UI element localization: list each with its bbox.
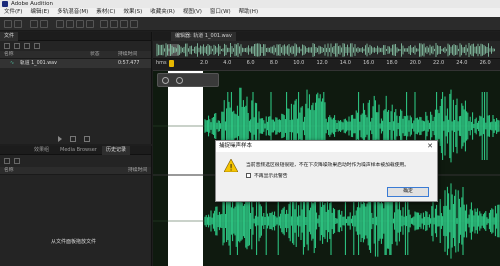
tick-label: 26.0 — [479, 60, 491, 66]
new-file-icon[interactable] — [24, 43, 30, 49]
col-duration[interactable]: 持续时间 — [118, 51, 137, 59]
window-title: Adobe Audition — [11, 1, 53, 7]
lasso-tool-button[interactable] — [110, 20, 118, 28]
capture-noise-dialog: 捕捉噪声样本 ✕ ! 当前音频选区很短很短，不在下次降噪效果启动时作为噪声样本被… — [215, 140, 438, 202]
tick-label: 6.0 — [246, 60, 255, 66]
ok-button[interactable]: 确定 — [387, 187, 429, 197]
timeline-ruler[interactable]: hms 2.0 4.0 6.0 8.0 10.0 12.0 14.0 16.0 18.0 20.0… — [153, 59, 500, 71]
dialog-message: 当前音频选区很短很短，不在下次降噪效果启动时作为噪声样本被加载使用。 — [246, 163, 410, 168]
warning-icon: ! — [224, 159, 238, 172]
file-duration: 0:57.477 — [118, 61, 140, 66]
dont-show-checkbox[interactable] — [246, 173, 251, 178]
menu-file[interactable]: 文件(F) — [0, 8, 26, 17]
pan-knob-icon[interactable] — [176, 77, 183, 84]
play-preview-icon[interactable] — [58, 136, 64, 142]
menu-bar: 文件(F) 编辑(E) 多轨混音(M) 素材(C) 效果(S) 收藏夹(R) 视… — [0, 8, 500, 17]
effects-toolbar — [0, 155, 151, 167]
menu-multitrack[interactable]: 多轨混音(M) — [53, 8, 92, 17]
menu-favorites[interactable]: 收藏夹(R) — [146, 8, 179, 17]
editor-tabbar: 编辑器: 轨道 1_001.wav — [153, 32, 500, 41]
toolbar — [0, 17, 500, 31]
tick-label: 8.0 — [269, 60, 278, 66]
volume-knob-icon[interactable] — [162, 77, 169, 84]
tab-history[interactable]: 历史记录 — [102, 146, 131, 155]
effects-col-name[interactable]: 名称 — [4, 167, 14, 175]
folder-icon[interactable] — [14, 158, 20, 164]
marquee-tool-button[interactable] — [100, 20, 108, 28]
tick-label: 2.0 — [200, 60, 208, 66]
move-tool-button[interactable] — [56, 20, 64, 28]
import-icon[interactable] — [14, 43, 20, 49]
effects-tabbar: 效果组 Media Browser 历史记录 — [0, 146, 151, 155]
hud-volume-control[interactable] — [157, 73, 219, 87]
tick-label: 22.0 — [433, 60, 445, 66]
dialog-title: 捕捉噪声样本 — [216, 141, 437, 152]
col-status[interactable]: 状态 — [90, 51, 100, 59]
tab-files[interactable]: 文件 — [0, 32, 19, 41]
multitrack-view-button[interactable] — [14, 20, 22, 28]
files-footer — [0, 134, 152, 144]
tick-label: 18.0 — [386, 60, 398, 66]
dont-show-label[interactable]: 不再显示此警告 — [254, 172, 288, 179]
file-row[interactable]: ∿ 轨道 1_001.wav 0:57.477 — [0, 59, 151, 68]
overview-waveform — [156, 43, 495, 57]
tick-label: 14.0 — [339, 60, 351, 66]
time-selection[interactable] — [168, 71, 203, 266]
tab-media-browser[interactable]: Media Browser — [56, 146, 101, 155]
close-file-icon[interactable] — [34, 43, 40, 49]
files-toolbar — [0, 41, 151, 51]
effects-column-header: 名称 持续时间 — [0, 167, 151, 175]
spectral-button[interactable] — [30, 20, 38, 28]
drop-hint: 从文件面板拖放文件 — [51, 239, 97, 245]
title-bar: Adobe Audition — [0, 0, 500, 8]
overview-strip[interactable] — [153, 41, 500, 59]
audition-logo-icon — [2, 1, 8, 7]
col-name[interactable]: 名称 — [4, 51, 14, 59]
close-icon[interactable]: ✕ — [427, 142, 433, 151]
loop-preview-icon[interactable] — [70, 136, 76, 142]
playhead-handle[interactable] — [169, 60, 174, 67]
tick-label: 20.0 — [409, 60, 421, 66]
effects-col-duration[interactable]: 持续时间 — [128, 167, 147, 175]
open-file-icon[interactable] — [4, 43, 10, 49]
spot-healing-button[interactable] — [130, 20, 138, 28]
time-selection-tool-button[interactable] — [86, 20, 94, 28]
autoplay-icon[interactable] — [84, 136, 90, 142]
menu-clip[interactable]: 素材(C) — [92, 8, 119, 17]
brush-tool-button[interactable] — [120, 20, 128, 28]
pitch-button[interactable] — [40, 20, 48, 28]
svg-text:!: ! — [229, 164, 233, 173]
menu-window[interactable]: 窗口(W) — [206, 8, 235, 17]
razor-tool-button[interactable] — [66, 20, 74, 28]
time-unit-label: hms — [156, 60, 167, 66]
effects-panel: 效果组 Media Browser 历史记录 名称 持续时间 从文件面板拖放文件 — [0, 146, 152, 266]
menu-effects[interactable]: 效果(S) — [119, 8, 146, 17]
tab-editor[interactable]: 编辑器: 轨道 1_001.wav — [171, 32, 236, 41]
file-name: 轨道 1_001.wav — [20, 61, 57, 66]
files-column-header: 名称 状态 持续时间 — [0, 51, 151, 59]
tick-label: 12.0 — [316, 60, 328, 66]
tick-label: 24.0 — [456, 60, 468, 66]
waveform-view-button[interactable] — [4, 20, 12, 28]
files-tabbar: 文件 — [0, 32, 151, 41]
tab-effects-rack[interactable]: 效果组 — [30, 146, 53, 155]
waveform-icon: ∿ — [10, 60, 15, 66]
slip-tool-button[interactable] — [76, 20, 84, 28]
tick-label: 4.0 — [223, 60, 232, 66]
menu-view[interactable]: 视图(V) — [179, 8, 206, 17]
files-panel: 文件 名称 状态 持续时间 ∿ 轨道 1_001.wav 0:57.477 — [0, 32, 152, 144]
play-icon[interactable] — [4, 158, 10, 164]
menu-edit[interactable]: 编辑(E) — [26, 8, 53, 17]
menu-help[interactable]: 帮助(H) — [235, 8, 262, 17]
tick-label: 16.0 — [363, 60, 375, 66]
tick-label: 10.0 — [293, 60, 305, 66]
